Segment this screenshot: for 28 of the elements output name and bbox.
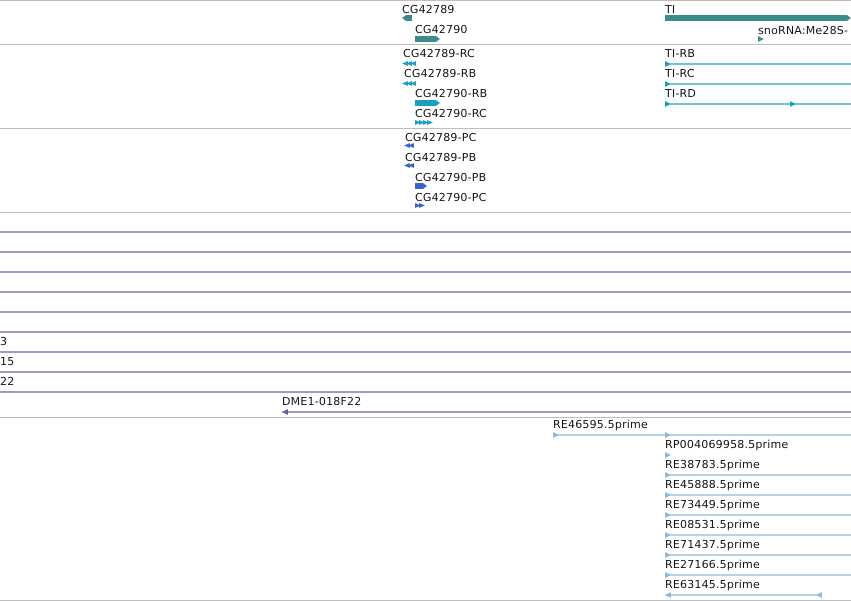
feature-label: RE73449.5prime (665, 498, 760, 511)
feature-label: CG42789-RC (403, 47, 475, 60)
feature-label: TI-RC (665, 67, 695, 80)
feature-label: TI-RB (665, 47, 696, 60)
feature-label: DME1-018F22 (282, 395, 362, 408)
feature-label: RP004069958.5prime (665, 438, 788, 451)
feature-label: 22 (0, 375, 14, 388)
feature-label: RE46595.5prime (553, 418, 648, 431)
feature-label: RE63145.5prime (665, 578, 760, 591)
feature-label: RE08531.5prime (665, 518, 760, 531)
feature-label: TI-RD (665, 87, 696, 100)
feature-label: CG42789-PB (405, 151, 476, 164)
feature-label: RE71437.5prime (665, 538, 760, 551)
feature-label: RE27166.5prime (665, 558, 760, 571)
feature-label: CG42789-PC (405, 131, 476, 144)
feature-label: CG42790-PB (415, 171, 486, 184)
feature-label: RE45888.5prime (665, 478, 760, 491)
feature-label: CG42790-PC (415, 191, 486, 204)
feature-label: 3 (0, 335, 8, 348)
feature-label: TI (665, 3, 676, 16)
feature-label: CG42790-RB (415, 87, 488, 100)
feature-label: CG42790-RC (415, 107, 487, 120)
feature-label: 15 (0, 355, 14, 368)
feature-label: snoRNA:Me28S- (758, 24, 848, 37)
feature-label: RE38783.5prime (665, 458, 760, 471)
feature-label: CG42789 (402, 3, 455, 16)
feature-label: CG42789-RB (404, 67, 476, 80)
feature-label: CG42790 (415, 23, 468, 36)
